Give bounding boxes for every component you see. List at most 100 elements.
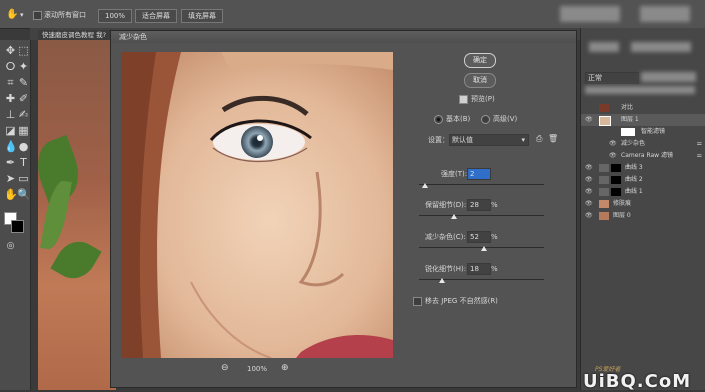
layer-name: 对比: [621, 104, 634, 111]
magic-wand-icon[interactable]: ✦: [17, 60, 30, 73]
preserve-details-input[interactable]: 28: [467, 199, 491, 211]
brush-tool-icon[interactable]: ✐: [17, 92, 30, 105]
blend-mode-dropdown[interactable]: 正常: [585, 72, 639, 84]
filter-options-icon[interactable]: ⚌: [697, 150, 702, 162]
filter-options-icon[interactable]: ⚌: [697, 138, 702, 150]
remove-jpeg-checkbox[interactable]: [413, 297, 422, 306]
hand-tool-icon[interactable]: ✋: [6, 9, 18, 21]
eraser-icon[interactable]: ◪: [4, 124, 17, 137]
layer-row[interactable]: 👁 图层 0: [581, 210, 705, 222]
strength-slider-thumb[interactable]: [422, 183, 429, 188]
chevron-down-icon[interactable]: ▾: [20, 9, 24, 21]
curves-adjustment-icon: [599, 164, 609, 172]
eye-icon[interactable]: 👁: [609, 141, 617, 147]
eye-icon[interactable]: 👁: [585, 201, 593, 207]
layer-row[interactable]: 👁 曲线 2: [581, 174, 705, 186]
tools-panel: ✥ ⬚ ⵔ ✦ ⌗ ✎ ✚ ✐ ⊥ ✍ ◪ ▦ 💧 ● ✒ T ➤ ▭ ✋ 🔍 …: [0, 40, 31, 390]
layer-row-selected[interactable]: 👁 图层 1: [581, 114, 705, 126]
document-canvas[interactable]: [38, 40, 116, 390]
layer-row[interactable]: 👁 Camera Raw 滤镜 ⚌: [581, 150, 705, 162]
hand-tool-icon[interactable]: ✋: [4, 188, 18, 201]
eye-icon[interactable]: 👁: [585, 189, 593, 195]
fit-screen-button[interactable]: 适合屏幕: [135, 9, 177, 23]
layer-thumbnail: [599, 200, 609, 208]
options-bar: ✋ ▾ 滚动所有窗口 100% 适合屏幕 填充屏幕: [0, 0, 705, 29]
layer-row[interactable]: 对比: [581, 102, 705, 114]
layer-thumbnail: [599, 116, 611, 126]
strength-slider-track[interactable]: [419, 184, 544, 185]
dialog-titlebar[interactable]: 减少杂色: [111, 31, 576, 43]
layer-name: 减少杂色: [621, 140, 646, 147]
shape-tool-icon[interactable]: ▭: [17, 172, 30, 185]
fill-screen-button[interactable]: 填充屏幕: [181, 9, 223, 23]
eyedropper-icon[interactable]: ✎: [17, 76, 30, 89]
gradient-icon[interactable]: ▦: [17, 124, 30, 137]
eye-icon[interactable]: 👁: [609, 153, 617, 159]
layer-thumbnail: [599, 212, 609, 220]
eye-icon[interactable]: 👁: [585, 213, 593, 219]
marquee-tool-icon[interactable]: ⬚: [17, 44, 30, 57]
zoom-100-button[interactable]: 100%: [98, 9, 133, 23]
zoom-in-icon[interactable]: ⊕: [281, 363, 289, 373]
quick-mask-icon[interactable]: ◎: [4, 240, 17, 253]
blur-tool-icon[interactable]: 💧: [4, 140, 18, 153]
background-color-swatch[interactable]: [11, 220, 24, 233]
sharpen-details-label: 锐化细节(H):: [425, 265, 467, 273]
save-settings-icon[interactable]: ⎙: [536, 134, 542, 144]
basic-radio[interactable]: [434, 115, 443, 124]
document-tab[interactable]: 快速磨皮调色教程 我?: [38, 30, 111, 40]
zoom-tool-icon[interactable]: 🔍: [17, 188, 31, 201]
path-select-icon[interactable]: ➤: [4, 172, 17, 185]
healing-brush-icon[interactable]: ✚: [4, 92, 17, 105]
layer-row[interactable]: 👁 曲线 1: [581, 186, 705, 198]
zoom-out-icon[interactable]: ⊖: [221, 363, 229, 373]
preview-checkbox[interactable]: [459, 95, 468, 104]
remove-jpeg-label: 移去 JPEG 不自然感(R): [425, 297, 498, 305]
layer-thumbnail: [599, 104, 609, 112]
settings-dropdown[interactable]: 默认值 ▾: [449, 134, 529, 146]
cancel-button[interactable]: 取消: [464, 73, 496, 88]
advanced-label: 高级(V): [493, 115, 518, 123]
preserve-details-slider-thumb[interactable]: [451, 214, 457, 219]
layer-mask-thumbnail: [611, 176, 621, 184]
clone-stamp-icon[interactable]: ⊥: [4, 108, 17, 121]
sharpen-details-input[interactable]: 18: [467, 263, 491, 275]
chevron-down-icon: ▾: [521, 136, 525, 144]
strength-input[interactable]: 2: [467, 168, 491, 180]
move-tool-icon[interactable]: ✥: [4, 44, 17, 57]
advanced-radio[interactable]: [481, 115, 490, 124]
ok-button[interactable]: 确定: [464, 53, 496, 68]
reduce-noise-dialog: 减少杂色 ⊖ 100% ⊕ 确定 取消 预览(P) 基本(B) 高级(V) 设置…: [110, 30, 577, 388]
curves-adjustment-icon: [599, 188, 609, 196]
lasso-tool-icon[interactable]: ⵔ: [4, 60, 17, 73]
layer-row[interactable]: 👁 曲线 3: [581, 162, 705, 174]
filter-preview[interactable]: [121, 52, 393, 358]
layers-panel: 正常 对比 👁 图层 1 智能滤镜 👁 减少杂色 ⚌ 👁 Camera Raw …: [580, 28, 705, 392]
layer-row[interactable]: 👁 减少杂色 ⚌: [581, 138, 705, 150]
percent-label: %: [491, 265, 498, 273]
settings-value: 默认值: [452, 136, 473, 144]
pen-tool-icon[interactable]: ✒: [4, 156, 17, 169]
layer-name: 图层 0: [613, 212, 631, 219]
eye-icon[interactable]: 👁: [585, 177, 593, 183]
layer-row[interactable]: 👁 修肤痕: [581, 198, 705, 210]
sharpen-details-slider-thumb[interactable]: [438, 278, 445, 283]
watermark-text: UiBQ.CoM: [583, 371, 692, 392]
portrait-preview-image: [121, 52, 393, 358]
settings-label: 设置：: [428, 136, 449, 144]
layer-mask-thumbnail: [611, 164, 621, 172]
reduce-color-noise-slider-thumb[interactable]: [481, 246, 487, 251]
scroll-all-windows-checkbox[interactable]: [33, 11, 42, 20]
layer-name: 曲线 3: [625, 164, 643, 171]
crop-tool-icon[interactable]: ⌗: [4, 76, 17, 89]
reduce-color-noise-input[interactable]: 52: [467, 231, 491, 243]
type-tool-icon[interactable]: T: [17, 156, 30, 169]
eye-icon[interactable]: 👁: [585, 117, 593, 123]
layer-row[interactable]: 智能滤镜: [581, 126, 705, 138]
eye-icon[interactable]: 👁: [585, 165, 593, 171]
blurred-region: [589, 42, 619, 52]
delete-settings-icon[interactable]: 🗑: [548, 134, 558, 144]
history-brush-icon[interactable]: ✍: [17, 108, 30, 121]
dodge-tool-icon[interactable]: ●: [17, 140, 30, 153]
preserve-details-slider-track[interactable]: [419, 215, 544, 216]
